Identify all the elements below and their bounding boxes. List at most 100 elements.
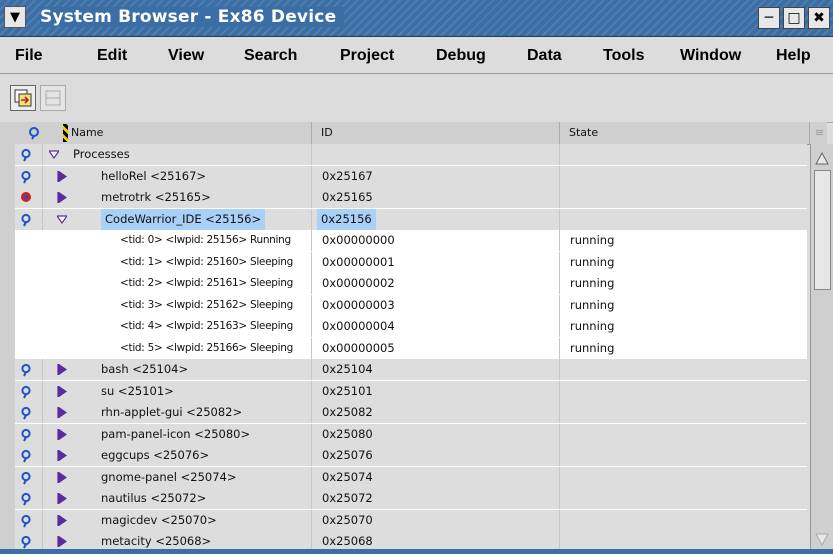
column-gridline: [559, 337, 560, 359]
menu-help[interactable]: Help: [776, 47, 811, 65]
process-blue-icon: [21, 471, 31, 484]
scroll-up-icon[interactable]: [814, 150, 830, 166]
expanded-triangle-icon[interactable]: [49, 149, 59, 160]
collapsed-triangle-icon[interactable]: [57, 170, 67, 182]
column-gridline: [42, 488, 43, 509]
row-id: 0x00000005: [322, 340, 395, 355]
column-gridline: [559, 466, 560, 488]
scrollbar-thumb[interactable]: [814, 170, 831, 290]
process-row[interactable]: helloRel <25167> 0x25167: [15, 165, 807, 187]
minimize-button[interactable]: ─: [758, 7, 780, 29]
process-row[interactable]: su <25101> 0x25101: [15, 380, 807, 402]
close-icon: ✖: [813, 10, 825, 26]
menu-debug[interactable]: Debug: [436, 47, 486, 65]
row-id: 0x00000000: [322, 233, 395, 247]
row-id: 0x00000002: [322, 276, 395, 290]
collapsed-triangle-icon[interactable]: [57, 536, 67, 547]
column-separator[interactable]: [559, 122, 560, 144]
column-state-header[interactable]: State: [569, 122, 598, 144]
column-gridline: [311, 509, 312, 531]
process-row[interactable]: bash <25104> 0x25104: [15, 359, 807, 380]
column-gridline: [42, 208, 43, 230]
collapsed-triangle-icon[interactable]: [57, 192, 67, 203]
process-row[interactable]: rhn-applet-gui <25082> 0x25082: [15, 402, 807, 423]
column-separator[interactable]: [311, 122, 312, 144]
collapsed-triangle-icon[interactable]: [57, 428, 67, 440]
process-blue-icon: [21, 363, 31, 377]
attach-process-icon: [14, 89, 32, 107]
window-menu-button[interactable]: ▼: [4, 6, 26, 28]
column-gridline: [311, 380, 312, 402]
process-blue-icon: [21, 535, 31, 549]
title-bar[interactable]: ▼ System Browser - Ex86 Device ─ □ ✖: [0, 0, 833, 37]
chevron-down-icon: ▼: [10, 9, 20, 25]
menu-view[interactable]: View: [168, 47, 204, 65]
row-name: rhn-applet-gui <25082>: [101, 405, 243, 419]
column-gridline: [311, 316, 312, 337]
collapsed-triangle-icon[interactable]: [57, 514, 67, 526]
column-gridline: [311, 251, 312, 273]
process-row[interactable]: gnome-panel <25074> 0x25074: [15, 466, 807, 488]
process-row[interactable]: magicdev <25070> 0x25070: [15, 509, 807, 531]
column-gridline: [559, 251, 560, 273]
thread-row[interactable]: <tid: 4> <lwpid: 25163> Sleeping 0x000000…: [15, 316, 807, 337]
menu-window[interactable]: Window: [680, 47, 741, 65]
column-resize-grip[interactable]: [63, 124, 68, 142]
collapsed-triangle-icon[interactable]: [57, 493, 67, 504]
scroll-down-icon[interactable]: [814, 532, 830, 548]
expanded-triangle-icon[interactable]: [57, 214, 67, 225]
process-row[interactable]: nautilus <25072> 0x25072: [15, 488, 807, 509]
column-gridline: [559, 208, 560, 230]
collapsed-triangle-icon[interactable]: [57, 364, 67, 375]
column-gridline: [311, 294, 312, 316]
collapsed-triangle-icon[interactable]: [57, 471, 67, 483]
column-gridline: [311, 144, 312, 165]
process-row[interactable]: pam-panel-icon <25080> 0x25080: [15, 423, 807, 445]
column-gridline: [42, 466, 43, 488]
row-id: 0x25101: [322, 383, 373, 398]
thread-row[interactable]: <tid: 0> <lwpid: 25156> Running 0x0000000…: [15, 230, 807, 251]
collapsed-triangle-icon[interactable]: [57, 450, 67, 461]
column-gridline: [42, 380, 43, 402]
thread-row[interactable]: <tid: 1> <lwpid: 25160> Sleeping 0x000000…: [15, 251, 807, 273]
vertical-scrollbar[interactable]: [810, 144, 833, 554]
thread-row[interactable]: <tid: 3> <lwpid: 25162> Sleeping 0x000000…: [15, 294, 807, 316]
process-header-icon: [29, 127, 39, 140]
close-button[interactable]: ✖: [808, 7, 830, 29]
column-gridline: [311, 273, 312, 294]
maximize-button[interactable]: □: [783, 7, 805, 29]
process-row[interactable]: eggcups <25076> 0x25076: [15, 445, 807, 466]
process-blue-icon: [21, 449, 31, 463]
thread-row[interactable]: <tid: 5> <lwpid: 25166> Sleeping 0x000000…: [15, 337, 807, 359]
collapsed-triangle-icon[interactable]: [57, 407, 67, 418]
menu-edit[interactable]: Edit: [97, 47, 127, 65]
left-margin: [0, 122, 15, 554]
menu-project[interactable]: Project: [340, 47, 394, 65]
minimize-icon: ─: [764, 10, 774, 26]
collapsed-triangle-icon[interactable]: [57, 385, 67, 397]
column-name-header[interactable]: Name: [71, 122, 103, 144]
menu-tools[interactable]: Tools: [603, 47, 644, 65]
column-gridline: [42, 509, 43, 531]
row-name: <tid: 3> <lwpid: 25162> Sleeping: [120, 298, 293, 311]
attach-process-button[interactable]: [10, 85, 36, 111]
column-gridline: [311, 466, 312, 488]
processes-group-row[interactable]: Processes: [15, 144, 807, 165]
column-id-header[interactable]: ID: [321, 122, 333, 144]
row-name: CodeWarrior_IDE <25156>: [101, 208, 266, 230]
process-row[interactable]: CodeWarrior_IDE <25156> 0x25156: [15, 208, 807, 230]
row-id: 0x00000004: [322, 319, 395, 333]
menu-file[interactable]: File: [15, 47, 43, 65]
column-header: Name ID State ≡: [15, 122, 827, 145]
row-state: running: [570, 297, 615, 312]
process-row[interactable]: metrotrk <25165> 0x25165: [15, 187, 807, 208]
column-gridline: [559, 165, 560, 187]
panel-button[interactable]: [40, 85, 66, 111]
sort-indicator-icon[interactable]: ≡: [815, 122, 824, 144]
menu-data[interactable]: Data: [527, 47, 562, 65]
thread-row[interactable]: <tid: 2> <lwpid: 25161> Sleeping 0x000000…: [15, 273, 807, 294]
column-gridline: [42, 165, 43, 187]
process-tree-list[interactable]: Processes helloRel <25167> 0x25167 metrotrk…: [15, 144, 807, 554]
column-gridline: [559, 402, 560, 423]
menu-search[interactable]: Search: [244, 47, 297, 65]
